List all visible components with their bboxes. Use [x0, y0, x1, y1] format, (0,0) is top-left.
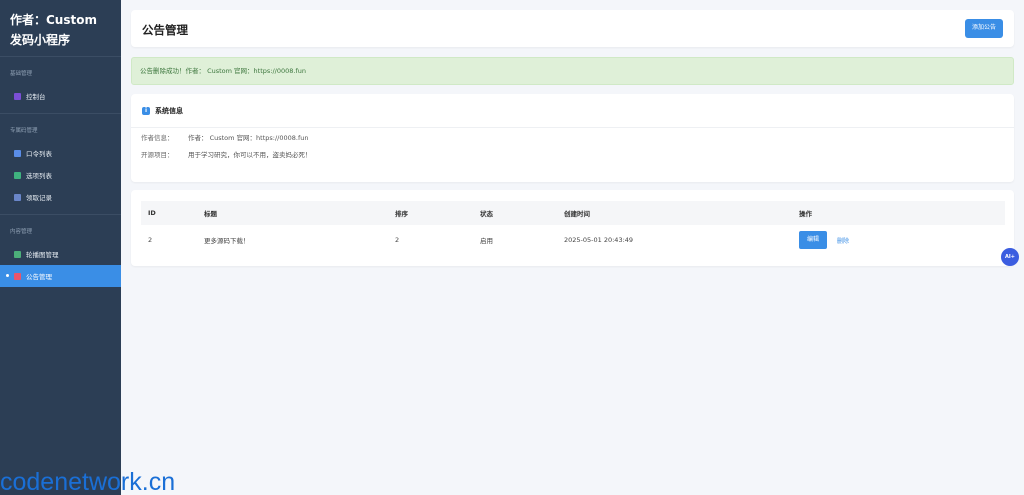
sidebar-item-carousel[interactable]: 轮播图管理 [0, 243, 121, 265]
sidebar-item-option-list[interactable]: 选项列表 [0, 164, 121, 186]
sidebar-item-dashboard[interactable]: 控制台 [0, 85, 121, 107]
column-header-created: 创建时间 [564, 210, 590, 218]
cell-actions: 编辑 删除 [799, 231, 1005, 249]
table-row: 2 更多源码下载！ 2 启用 2025-05-01 20:43:49 编辑 删除 [141, 226, 1005, 254]
delete-link[interactable]: 删除 [837, 236, 849, 245]
page-title: 公告管理 [142, 23, 188, 37]
dashboard-icon [14, 92, 21, 100]
sidebar-item-label: 控制台 [26, 93, 46, 101]
megaphone-icon [14, 272, 21, 280]
sidebar-item-label: 选项列表 [26, 172, 52, 180]
info-row-author: 作者信息： 作者： Custom 官网：https://0008.fun [131, 128, 1014, 145]
nav-section-title: 基础管理 [10, 71, 33, 77]
success-alert: 公告删除成功！作者： Custom 官网：https://0008.fun [131, 57, 1014, 85]
ai-assistant-button[interactable]: AI+ [1001, 248, 1019, 266]
sidebar-item-label: 轮播图管理 [26, 251, 59, 259]
cell-sort: 2 [395, 236, 400, 244]
info-label: 作者信息： [141, 133, 174, 142]
sidebar-item-claim-records[interactable]: 领取记录 [0, 186, 121, 208]
sidebar-item-command-list[interactable]: 口令列表 [0, 142, 121, 164]
sidebar-item-label: 领取记录 [26, 194, 52, 202]
brand-line-2: 发码小程序 [10, 33, 71, 47]
cell-status: 启用 [480, 237, 493, 245]
brand: 作者：Custom 发码小程序 [0, 0, 121, 57]
nav-section-codes: 专属码管理 口令列表 选项列表 领取记录 [0, 114, 121, 215]
system-info-title: 系统信息 [155, 106, 183, 115]
list-icon [14, 149, 21, 157]
system-info-header: i 系统信息 [131, 94, 1014, 128]
edit-button[interactable]: 编辑 [799, 231, 827, 249]
image-icon [14, 250, 21, 258]
column-header-status: 状态 [480, 210, 493, 218]
cell-id: 2 [148, 236, 153, 244]
column-header-title: 标题 [204, 210, 217, 218]
column-header-actions: 操作 [799, 210, 812, 218]
info-value: 作者： Custom 官网：https://0008.fun [188, 133, 309, 142]
sidebar-item-label: 口令列表 [26, 150, 52, 158]
nav-section-basic: 基础管理 控制台 [0, 57, 121, 114]
active-dot-icon [6, 274, 9, 277]
nav-section-content: 内容管理 轮播图管理 公告管理 [0, 215, 121, 293]
system-info-card: i 系统信息 作者信息： 作者： Custom 官网：https://0008.… [131, 94, 1014, 182]
page-header: 公告管理 添加公告 [131, 10, 1014, 47]
cell-created: 2025-05-01 20:43:49 [564, 236, 634, 244]
sidebar-item-announcements[interactable]: 公告管理 [0, 265, 121, 287]
info-label: 开源项目： [141, 150, 174, 159]
sidebar-item-label: 公告管理 [26, 273, 52, 281]
column-header-id: ID [148, 209, 156, 217]
brand-line-1: 作者：Custom [10, 13, 97, 27]
cell-title: 更多源码下载！ [204, 237, 250, 245]
info-icon: i [142, 106, 150, 115]
watermark: codenetwork.cn [0, 468, 176, 495]
nav-section-title: 专属码管理 [10, 128, 38, 134]
nav-section-title: 内容管理 [10, 229, 33, 235]
checkbox-icon [14, 171, 21, 179]
announcement-table-card: ID 标题 排序 状态 创建时间 操作 2 更多源码下载！ 2 启用 2025-… [131, 190, 1014, 266]
main-content: 公告管理 添加公告 公告删除成功！作者： Custom 官网：https://0… [121, 0, 1024, 495]
column-header-sort: 排序 [395, 210, 408, 218]
calendar-icon [14, 193, 21, 201]
table-header: ID 标题 排序 状态 创建时间 操作 [141, 201, 1005, 225]
info-row-project: 开源项目： 用于学习研究，你可以不用，盗卖妈必死！ [131, 145, 1014, 162]
add-announcement-button[interactable]: 添加公告 [964, 19, 1003, 38]
sidebar: 作者：Custom 发码小程序 基础管理 控制台 专属码管理 口令列表 选项列表… [0, 0, 121, 495]
info-value: 用于学习研究，你可以不用，盗卖妈必死！ [188, 150, 312, 159]
